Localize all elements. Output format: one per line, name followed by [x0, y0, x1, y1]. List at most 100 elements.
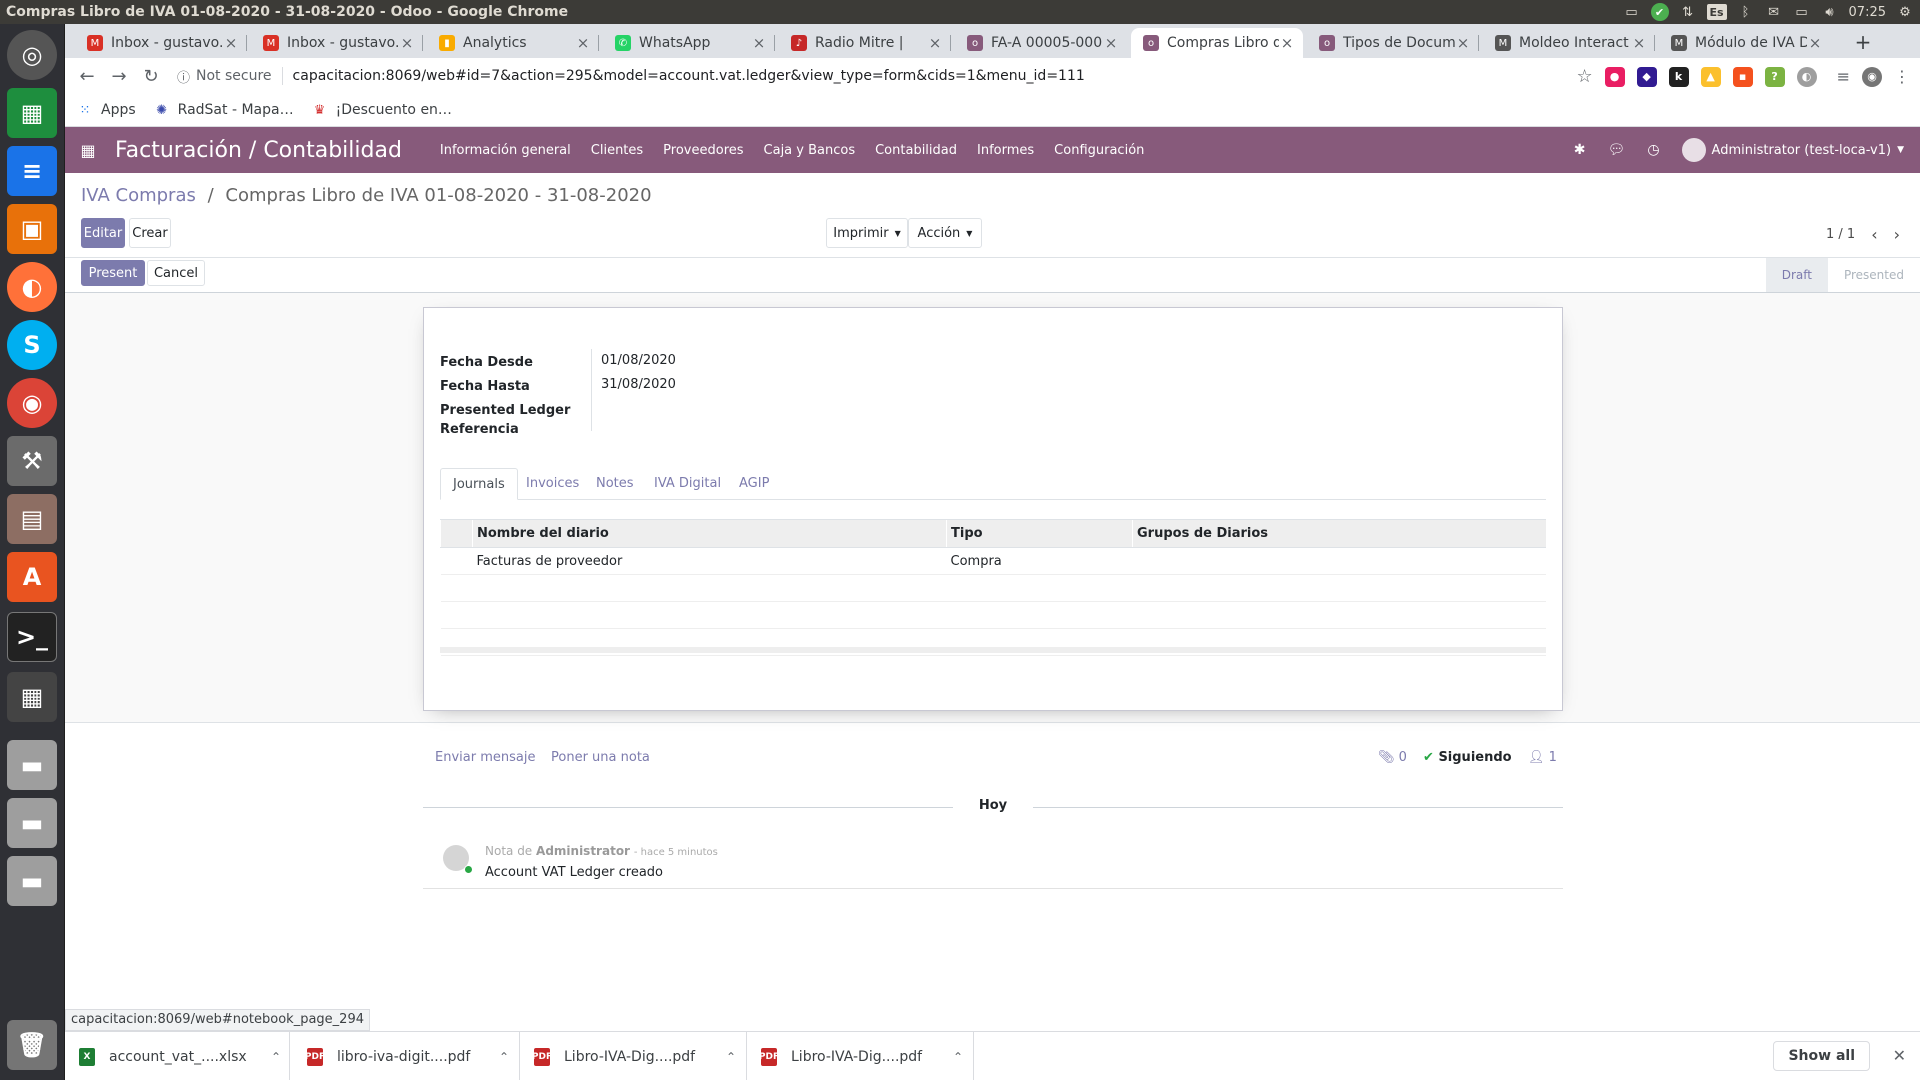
- attachments-button[interactable]: 📎︎ 0: [1378, 750, 1407, 765]
- system-tools-icon[interactable]: ⚒: [7, 436, 57, 486]
- action-dropdown-button[interactable]: Acción ▼: [908, 218, 982, 248]
- menu-clientes[interactable]: Clientes: [591, 143, 643, 158]
- create-button[interactable]: Crear: [129, 218, 171, 248]
- chevron-up-icon[interactable]: ⌃: [499, 1050, 509, 1064]
- battery-icon[interactable]: ▭: [1793, 4, 1811, 20]
- present-button[interactable]: Present: [81, 260, 145, 286]
- menu-caja-y-bancos[interactable]: Caja y Bancos: [764, 143, 856, 158]
- menu-informacion-general[interactable]: Información general: [440, 143, 571, 158]
- debug-bug-icon[interactable]: ✱: [1574, 142, 1586, 158]
- close-tab-icon[interactable]: ×: [927, 34, 943, 52]
- edit-button[interactable]: Editar: [81, 218, 125, 248]
- extension-icon[interactable]: ◐: [1796, 66, 1817, 87]
- sync-ok-icon[interactable]: ✔: [1650, 3, 1669, 21]
- pager-next-icon[interactable]: ›: [1894, 225, 1900, 244]
- close-tab-icon[interactable]: ×: [575, 34, 591, 52]
- menu-configuracion[interactable]: Configuración: [1054, 143, 1144, 158]
- browser-tab[interactable]: ✆ WhatsApp ×: [603, 28, 775, 58]
- terminal-icon[interactable]: >_: [7, 612, 57, 662]
- pager-previous-icon[interactable]: ‹: [1871, 225, 1877, 244]
- reload-icon[interactable]: ↻: [135, 66, 167, 87]
- download-item[interactable]: PDF Libro-IVA-Dig....pdf ⌃: [747, 1032, 974, 1080]
- presentation-app-icon[interactable]: ▣: [7, 204, 57, 254]
- tab-notes[interactable]: Notes: [584, 468, 646, 500]
- keyboard-icon[interactable]: ▭: [1623, 4, 1641, 20]
- extension-icon[interactable]: ◆: [1636, 66, 1657, 87]
- tab-agip[interactable]: AGIP: [727, 468, 781, 500]
- spreadsheet-app-icon[interactable]: ▦: [7, 88, 57, 138]
- close-tab-icon[interactable]: ×: [1279, 34, 1295, 52]
- close-tab-icon[interactable]: ×: [1807, 34, 1823, 52]
- pager-value[interactable]: 1 / 1: [1826, 227, 1855, 242]
- apps-menu-icon[interactable]: ▦: [71, 141, 105, 160]
- profile-avatar[interactable]: ◉: [1862, 66, 1882, 87]
- browser-tab[interactable]: M Módulo de IVA D ×: [1659, 28, 1831, 58]
- send-message-button[interactable]: Enviar mensaje: [435, 750, 535, 765]
- close-tab-icon[interactable]: ×: [1103, 34, 1119, 52]
- chat-bubbles-icon[interactable]: 💬︎: [1608, 142, 1626, 158]
- extension-icon[interactable]: ▲: [1700, 66, 1721, 87]
- column-header-grupos-de-diarios[interactable]: Grupos de Diarios: [1132, 519, 1546, 548]
- ubuntu-dash-icon[interactable]: ◎: [7, 30, 57, 80]
- column-header-nombre-del-diario[interactable]: Nombre del diario: [472, 519, 947, 548]
- trash-icon[interactable]: 🗑︎: [7, 1020, 57, 1070]
- following-button[interactable]: ✔ Siguiendo: [1423, 750, 1512, 765]
- bookmark-apps[interactable]: ⁙ Apps: [77, 102, 136, 118]
- browser-tab-active[interactable]: o Compras Libro d ×: [1131, 28, 1303, 58]
- close-tab-icon[interactable]: ×: [399, 34, 415, 52]
- clock[interactable]: 07:25: [1849, 5, 1886, 20]
- files-app-icon[interactable]: ▤: [7, 494, 57, 544]
- user-menu[interactable]: Administrator (test-loca-v1) ▼: [1681, 138, 1904, 162]
- bluetooth-icon[interactable]: ᛒ: [1737, 4, 1755, 20]
- back-arrow-icon[interactable]: ←: [71, 66, 103, 87]
- network-arrows-icon[interactable]: ⇅: [1679, 4, 1697, 20]
- close-icon[interactable]: ✕: [1893, 1046, 1906, 1065]
- settings-gear-icon[interactable]: ⚙: [1896, 4, 1914, 20]
- drive-icon[interactable]: ▬: [7, 798, 57, 848]
- status-step-presented[interactable]: Presented: [1827, 258, 1920, 292]
- close-tab-icon[interactable]: ×: [223, 34, 239, 52]
- show-all-downloads-button[interactable]: Show all: [1773, 1041, 1870, 1071]
- bookmark-star-icon[interactable]: ☆: [1576, 66, 1592, 87]
- close-tab-icon[interactable]: ×: [1631, 34, 1647, 52]
- extension-icon[interactable]: ?: [1764, 66, 1785, 87]
- column-header-tipo[interactable]: Tipo: [946, 519, 1133, 548]
- log-note-button[interactable]: Poner una nota: [551, 750, 650, 765]
- chevron-up-icon[interactable]: ⌃: [953, 1050, 963, 1064]
- skype-icon[interactable]: S: [7, 320, 57, 370]
- extension-icon[interactable]: ●: [1604, 66, 1625, 87]
- browser-tab[interactable]: o FA-A 00005-0000 ×: [955, 28, 1127, 58]
- table-row[interactable]: Facturas de proveedor Compra: [440, 547, 1546, 575]
- browser-tab[interactable]: M Inbox - gustavo. ×: [251, 28, 423, 58]
- extension-icon[interactable]: ▪: [1732, 66, 1753, 87]
- menu-contabilidad[interactable]: Contabilidad: [875, 143, 957, 158]
- info-icon[interactable]: ⓘ: [177, 67, 190, 86]
- browser-tab[interactable]: ▮ Analytics ×: [427, 28, 599, 58]
- cancel-button[interactable]: Cancel: [147, 260, 205, 286]
- chevron-up-icon[interactable]: ⌃: [726, 1050, 736, 1064]
- software-center-icon[interactable]: A: [7, 552, 57, 602]
- close-tab-icon[interactable]: ×: [1455, 34, 1471, 52]
- tab-iva-digital[interactable]: IVA Digital: [642, 468, 733, 500]
- media-control-icon[interactable]: ≡: [1837, 67, 1850, 86]
- new-tab-button[interactable]: +: [1850, 30, 1876, 54]
- breadcrumb-parent-link[interactable]: IVA Compras: [81, 185, 196, 206]
- url-text[interactable]: capacitacion:8069/web#id=7&action=295&mo…: [293, 68, 1085, 84]
- writer-app-icon[interactable]: ≡: [7, 146, 57, 196]
- drive-icon[interactable]: ▬: [7, 740, 57, 790]
- browser-tab[interactable]: ♪ Radio Mitre | ×: [779, 28, 951, 58]
- print-dropdown-button[interactable]: Imprimir ▼: [826, 218, 908, 248]
- bookmark-radsat[interactable]: ✺ RadSat - Mapa…: [154, 102, 293, 118]
- forward-arrow-icon[interactable]: →: [103, 66, 135, 87]
- tab-journals[interactable]: Journals: [440, 468, 518, 500]
- extension-icon[interactable]: k: [1668, 66, 1689, 87]
- chevron-up-icon[interactable]: ⌃: [271, 1050, 281, 1064]
- download-item[interactable]: X account_vat_....xlsx ⌃: [65, 1032, 290, 1080]
- download-item[interactable]: PDF libro-iva-digit....pdf ⌃: [293, 1032, 520, 1080]
- browser-tab[interactable]: M Inbox - gustavo. ×: [75, 28, 247, 58]
- chrome-menu-icon[interactable]: ⋮: [1894, 67, 1910, 86]
- browser-tab[interactable]: M Moldeo Interact ×: [1483, 28, 1655, 58]
- chrome-icon[interactable]: ◉: [7, 378, 57, 428]
- workspaces-icon[interactable]: ▦: [7, 672, 57, 722]
- url-bar[interactable]: ⓘ Not secure capacitacion:8069/web#id=7&…: [177, 61, 1637, 91]
